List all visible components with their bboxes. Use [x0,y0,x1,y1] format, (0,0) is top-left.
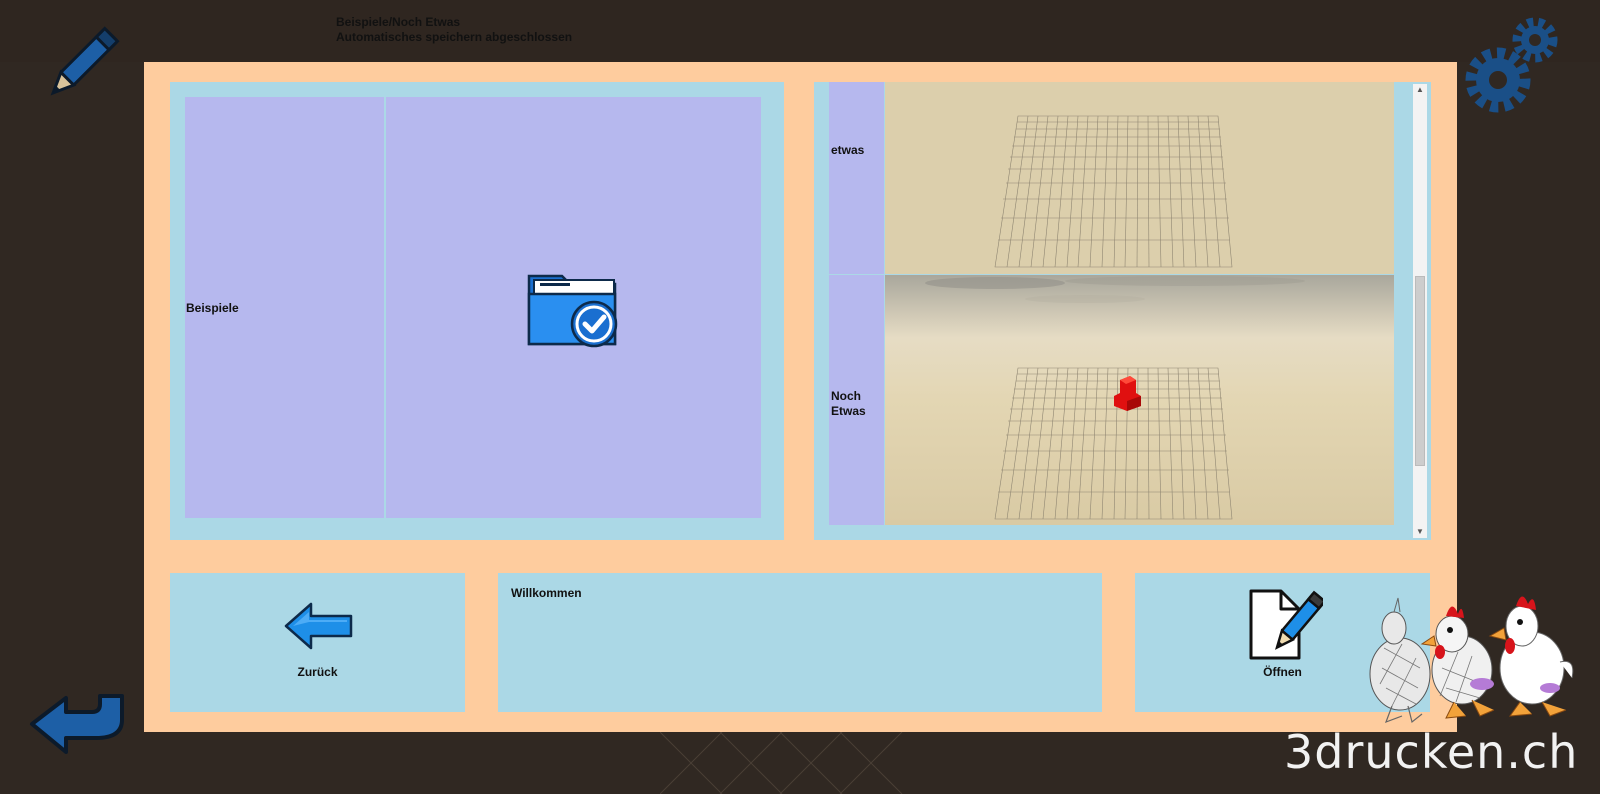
folder-panel: Beispiele [170,82,784,540]
top-bar [0,0,1600,62]
folder-tile-label-cell[interactable]: Beispiele [185,97,384,518]
curved-back-arrow-icon[interactable] [26,690,136,760]
watermark-text: 3drucken.ch [1284,725,1579,779]
back-button-label: Zurück [297,665,338,679]
scroll-down-arrow-icon[interactable]: ▼ [1413,526,1427,538]
chicken-mascots-icon [1369,596,1574,724]
file-entry-name-cell: Noch Etwas [829,275,884,525]
gear-icon[interactable] [1465,14,1575,119]
autosave-status: Automatisches speichern abgeschlossen [336,30,573,44]
left-arrow-icon [284,602,353,650]
message-box: Willkommen [498,573,1102,712]
edit-document-icon [1249,589,1323,660]
folder-check-icon [527,274,618,348]
scroll-thumb[interactable] [1415,276,1425,466]
folder-tile-icon-cell[interactable] [386,97,761,518]
file-list-scrollbar[interactable]: ▲ ▼ [1413,84,1427,538]
file-entry[interactable]: Noch Etwas [829,275,1394,525]
file-entry-name: Noch Etwas [831,389,866,418]
message-text: Willkommen [511,586,582,600]
file-list-panel: etwas Noch Etwas ▲ ▼ [814,82,1431,540]
pencil-icon[interactable] [40,26,120,106]
file-entry[interactable]: etwas [829,82,1394,274]
floor-pattern [660,732,903,794]
scroll-up-arrow-icon[interactable]: ▲ [1413,84,1427,96]
file-preview-empty-scene [885,82,1394,274]
file-preview-scene-red-object [885,275,1394,525]
file-entry-name-cell: etwas [829,82,884,274]
file-entry-name: etwas [831,143,865,157]
file-browser-dialog: Beispiele etwas Noch Etwas ▲ ▼ Zurück Wi… [144,62,1457,732]
breadcrumb-path: Beispiele/Noch Etwas [336,15,461,29]
folder-tile-label: Beispiele [186,301,239,315]
back-button[interactable]: Zurück [170,573,465,712]
